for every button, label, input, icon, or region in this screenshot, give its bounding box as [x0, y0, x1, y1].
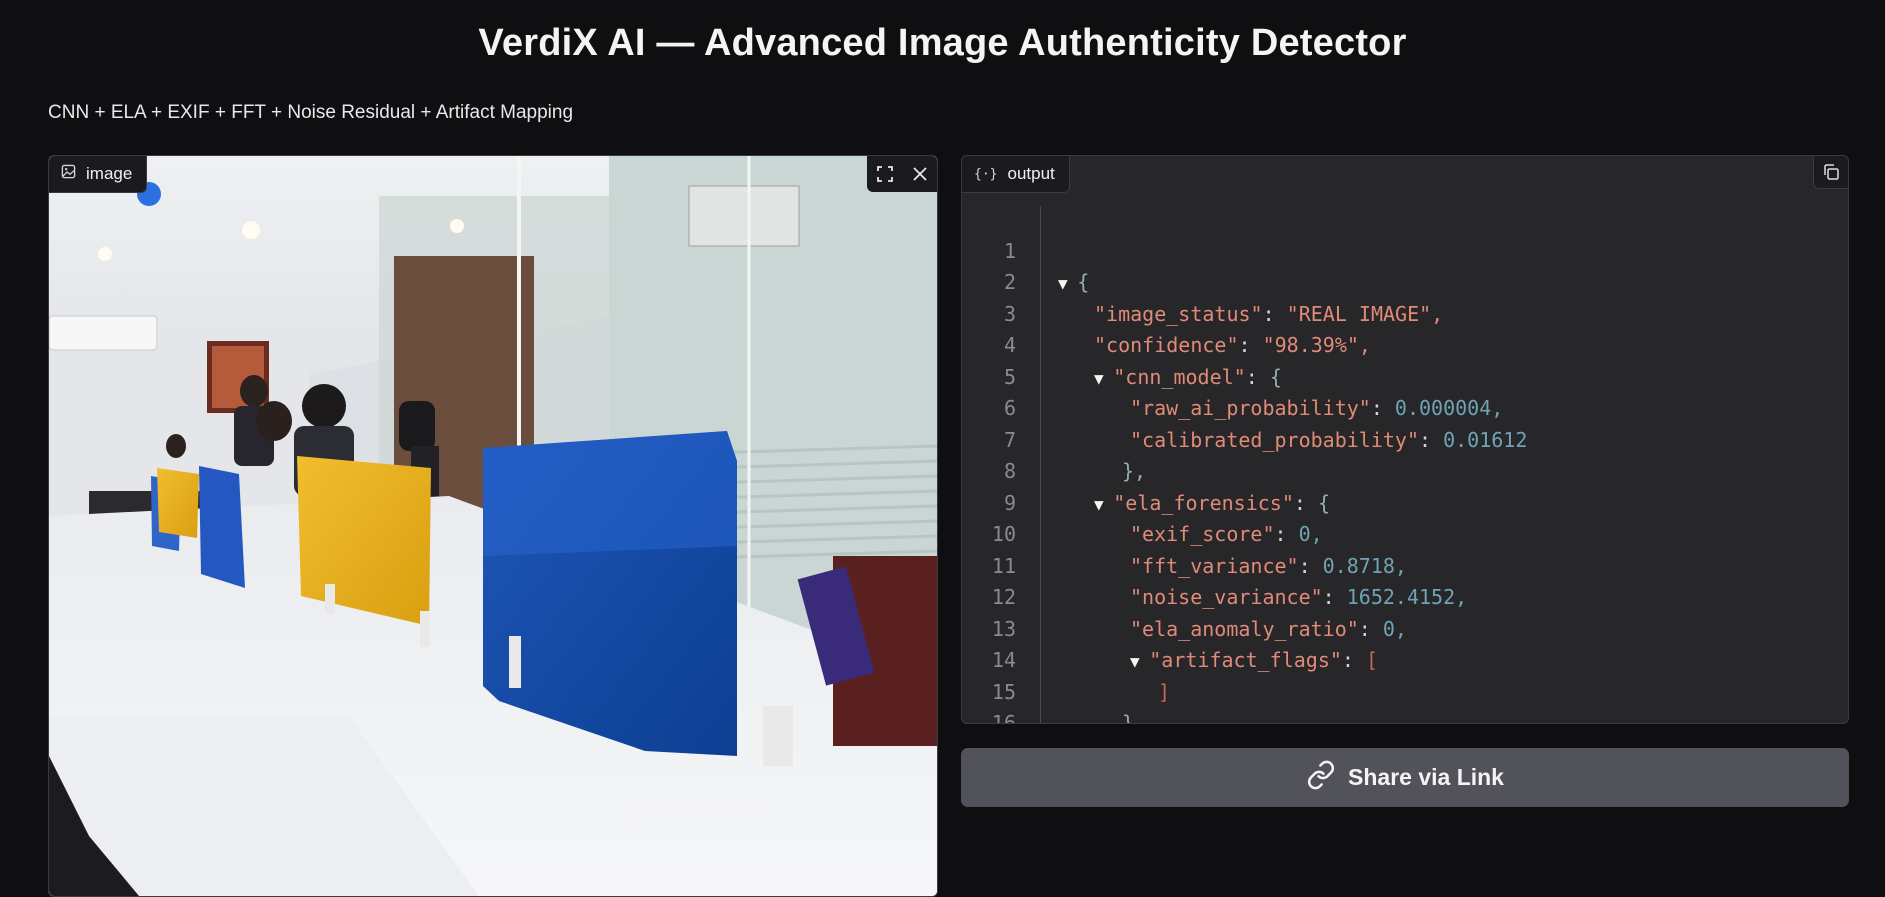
code-line: 1 ▼ { [1003, 238, 1090, 295]
code-line: 11 "noise_variance": 1652.4152, [991, 553, 1468, 610]
close-icon[interactable] [902, 156, 937, 192]
share-via-link-button[interactable]: Share via Link [961, 748, 1849, 807]
code-line: 15 } [991, 679, 1135, 724]
uploaded-office-photo [49, 156, 937, 896]
image-panel-label: image [49, 156, 148, 193]
code-line: 3 "confidence": "98.39%", [1003, 301, 1371, 358]
json-viewer: 1 ▼ { 2 "image_status": "REAL IMAGE", 3 … [962, 204, 1848, 724]
code-line: 5 "raw_ai_probability": 0.000004, [1003, 364, 1504, 421]
image-icon [61, 164, 76, 184]
code-line: 13 ▼ "artifact_flags": [ [991, 616, 1379, 673]
link-icon [1306, 760, 1336, 796]
code-line: 4 ▼ "cnn_model": { [1003, 333, 1282, 389]
share-button-label: Share via Link [1348, 764, 1504, 790]
image-panel-label-text: image [86, 164, 133, 183]
code-line: 6 "calibrated_probability": 0.01612 [1003, 396, 1528, 452]
image-panel[interactable]: image [48, 155, 938, 897]
page-subtitle: CNN + ELA + EXIF + FFT + Noise Residual … [48, 102, 574, 123]
code-line: 9 "exif_score": 0, [1003, 490, 1323, 547]
output-panel-label-text: output [1007, 164, 1055, 183]
image-panel-actions [867, 156, 937, 192]
code-line: 14 ] [991, 648, 1171, 704]
code-line: 16 } [991, 711, 1016, 724]
fullscreen-icon[interactable] [867, 156, 902, 192]
code-line: 8 ▼ "ela_forensics": { [1003, 459, 1331, 515]
code-line: 10 "fft_variance": 0.8718, [991, 522, 1407, 578]
code-line: 7 }, [1003, 427, 1147, 484]
page-title: VerdiX AI — Advanced Image Authenticity … [478, 22, 1407, 64]
code-line: 12 "ela_anomaly_ratio": 0, [991, 585, 1407, 641]
code-line: 2 "image_status": "REAL IMAGE", [1003, 270, 1444, 326]
output-panel-label: {·} output [962, 156, 1070, 193]
json-icon: {·} [974, 166, 998, 182]
copy-icon[interactable] [1813, 156, 1848, 189]
output-panel: {·} output 1 ▼ { 2 "image_status": "REAL… [961, 155, 1849, 724]
